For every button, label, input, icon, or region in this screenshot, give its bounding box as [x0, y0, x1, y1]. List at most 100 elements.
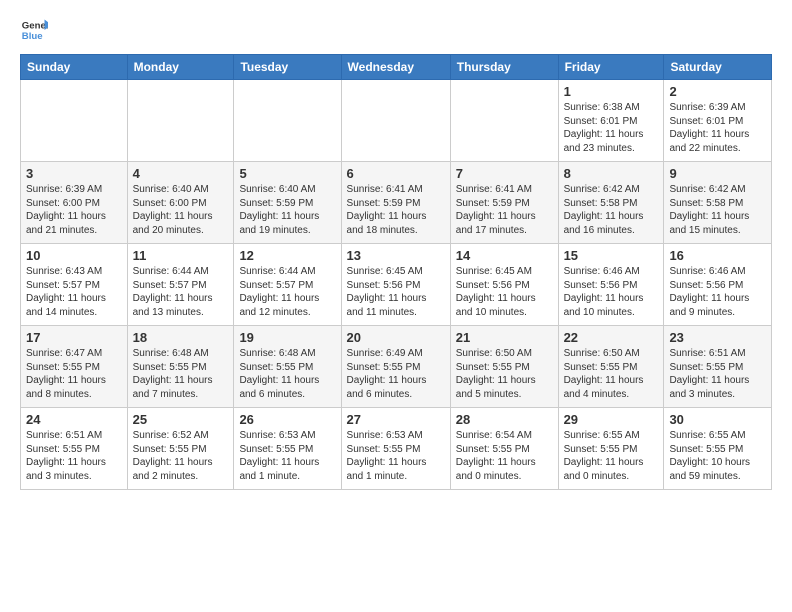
day-number: 12	[239, 248, 335, 263]
day-info: Sunrise: 6:55 AMSunset: 5:55 PMDaylight:…	[669, 429, 766, 483]
day-info: Sunrise: 6:54 AMSunset: 5:55 PMDaylight:…	[456, 429, 553, 483]
day-info: Sunrise: 6:46 AMSunset: 5:56 PMDaylight:…	[564, 265, 659, 319]
logo-icon: General Blue	[20, 16, 48, 44]
day-number: 7	[456, 166, 553, 181]
day-number: 6	[347, 166, 445, 181]
calendar-cell: 27 Sunrise: 6:53 AMSunset: 5:55 PMDayligh…	[341, 408, 450, 490]
calendar-cell: 22 Sunrise: 6:50 AMSunset: 5:55 PMDayligh…	[558, 326, 664, 408]
logo: General Blue	[20, 16, 52, 44]
calendar-cell: 13 Sunrise: 6:45 AMSunset: 5:56 PMDayligh…	[341, 244, 450, 326]
day-number: 2	[669, 84, 766, 99]
header: General Blue	[20, 16, 772, 44]
day-info: Sunrise: 6:48 AMSunset: 5:55 PMDaylight:…	[133, 347, 229, 401]
calendar-cell	[21, 80, 128, 162]
day-info: Sunrise: 6:41 AMSunset: 5:59 PMDaylight:…	[456, 183, 553, 237]
day-info: Sunrise: 6:41 AMSunset: 5:59 PMDaylight:…	[347, 183, 445, 237]
calendar-cell: 21 Sunrise: 6:50 AMSunset: 5:55 PMDayligh…	[450, 326, 558, 408]
svg-text:General: General	[22, 20, 48, 31]
calendar-cell: 18 Sunrise: 6:48 AMSunset: 5:55 PMDayligh…	[127, 326, 234, 408]
day-info: Sunrise: 6:50 AMSunset: 5:55 PMDaylight:…	[564, 347, 659, 401]
calendar-cell: 23 Sunrise: 6:51 AMSunset: 5:55 PMDayligh…	[664, 326, 772, 408]
calendar-body: 1Sunrise: 6:38 AMSunset: 6:01 PMDaylight…	[21, 80, 772, 490]
day-header: Thursday	[450, 55, 558, 80]
day-number: 4	[133, 166, 229, 181]
day-info: Sunrise: 6:51 AMSunset: 5:55 PMDaylight:…	[26, 429, 122, 483]
calendar-cell: 16 Sunrise: 6:46 AMSunset: 5:56 PMDayligh…	[664, 244, 772, 326]
day-number: 22	[564, 330, 659, 345]
day-info: Sunrise: 6:47 AMSunset: 5:55 PMDaylight:…	[26, 347, 122, 401]
calendar-week: 10 Sunrise: 6:43 AMSunset: 5:57 PMDayligh…	[21, 244, 772, 326]
day-info: Sunrise: 6:45 AMSunset: 5:56 PMDaylight:…	[347, 265, 445, 319]
calendar-cell: 10 Sunrise: 6:43 AMSunset: 5:57 PMDayligh…	[21, 244, 128, 326]
calendar-cell: 17 Sunrise: 6:47 AMSunset: 5:55 PMDayligh…	[21, 326, 128, 408]
calendar-cell: 6 Sunrise: 6:41 AMSunset: 5:59 PMDaylight…	[341, 162, 450, 244]
day-number: 29	[564, 412, 659, 427]
day-info: Sunrise: 6:39 AMSunset: 6:01 PMDaylight:…	[669, 101, 766, 155]
day-header: Saturday	[664, 55, 772, 80]
day-number: 21	[456, 330, 553, 345]
day-info: Sunrise: 6:42 AMSunset: 5:58 PMDaylight:…	[669, 183, 766, 237]
day-number: 10	[26, 248, 122, 263]
day-info: Sunrise: 6:49 AMSunset: 5:55 PMDaylight:…	[347, 347, 445, 401]
day-number: 19	[239, 330, 335, 345]
day-number: 24	[26, 412, 122, 427]
day-number: 5	[239, 166, 335, 181]
calendar-cell: 26 Sunrise: 6:53 AMSunset: 5:55 PMDayligh…	[234, 408, 341, 490]
day-info: Sunrise: 6:39 AMSunset: 6:00 PMDaylight:…	[26, 183, 122, 237]
calendar-cell: 25 Sunrise: 6:52 AMSunset: 5:55 PMDayligh…	[127, 408, 234, 490]
day-info: Sunrise: 6:50 AMSunset: 5:55 PMDaylight:…	[456, 347, 553, 401]
day-info: Sunrise: 6:40 AMSunset: 6:00 PMDaylight:…	[133, 183, 229, 237]
calendar-cell: 9 Sunrise: 6:42 AMSunset: 5:58 PMDaylight…	[664, 162, 772, 244]
day-number: 15	[564, 248, 659, 263]
calendar-cell: 19 Sunrise: 6:48 AMSunset: 5:55 PMDayligh…	[234, 326, 341, 408]
day-number: 3	[26, 166, 122, 181]
day-number: 13	[347, 248, 445, 263]
day-info: Sunrise: 6:48 AMSunset: 5:55 PMDaylight:…	[239, 347, 335, 401]
calendar-week: 3 Sunrise: 6:39 AMSunset: 6:00 PMDaylight…	[21, 162, 772, 244]
calendar-cell: 24 Sunrise: 6:51 AMSunset: 5:55 PMDayligh…	[21, 408, 128, 490]
calendar-week: 17 Sunrise: 6:47 AMSunset: 5:55 PMDayligh…	[21, 326, 772, 408]
day-info: Sunrise: 6:45 AMSunset: 5:56 PMDaylight:…	[456, 265, 553, 319]
day-info: Sunrise: 6:55 AMSunset: 5:55 PMDaylight:…	[564, 429, 659, 483]
day-number: 16	[669, 248, 766, 263]
calendar-cell: 15 Sunrise: 6:46 AMSunset: 5:56 PMDayligh…	[558, 244, 664, 326]
day-info: Sunrise: 6:53 AMSunset: 5:55 PMDaylight:…	[347, 429, 445, 483]
day-info: Sunrise: 6:43 AMSunset: 5:57 PMDaylight:…	[26, 265, 122, 319]
day-info: Sunrise: 6:52 AMSunset: 5:55 PMDaylight:…	[133, 429, 229, 483]
day-number: 11	[133, 248, 229, 263]
day-number: 27	[347, 412, 445, 427]
calendar-week: 1Sunrise: 6:38 AMSunset: 6:01 PMDaylight…	[21, 80, 772, 162]
day-info: Sunrise: 6:46 AMSunset: 5:56 PMDaylight:…	[669, 265, 766, 319]
calendar-cell: 1Sunrise: 6:38 AMSunset: 6:01 PMDaylight…	[558, 80, 664, 162]
calendar-cell: 14Sunrise: 6:45 AMSunset: 5:56 PMDayligh…	[450, 244, 558, 326]
day-number: 26	[239, 412, 335, 427]
day-number: 25	[133, 412, 229, 427]
day-header: Monday	[127, 55, 234, 80]
day-number: 1	[564, 84, 659, 99]
day-number: 30	[669, 412, 766, 427]
calendar-cell	[127, 80, 234, 162]
calendar-cell: 28 Sunrise: 6:54 AMSunset: 5:55 PMDayligh…	[450, 408, 558, 490]
calendar-cell: 30 Sunrise: 6:55 AMSunset: 5:55 PMDayligh…	[664, 408, 772, 490]
calendar-cell: 12Sunrise: 6:44 AMSunset: 5:57 PMDayligh…	[234, 244, 341, 326]
calendar-cell	[341, 80, 450, 162]
svg-text:Blue: Blue	[22, 31, 43, 42]
header-row: SundayMondayTuesdayWednesdayThursdayFrid…	[21, 55, 772, 80]
day-info: Sunrise: 6:51 AMSunset: 5:55 PMDaylight:…	[669, 347, 766, 401]
day-number: 18	[133, 330, 229, 345]
day-header: Friday	[558, 55, 664, 80]
day-number: 28	[456, 412, 553, 427]
day-header: Sunday	[21, 55, 128, 80]
calendar-cell: 4 Sunrise: 6:40 AMSunset: 6:00 PMDaylight…	[127, 162, 234, 244]
day-header: Wednesday	[341, 55, 450, 80]
day-number: 17	[26, 330, 122, 345]
day-info: Sunrise: 6:44 AMSunset: 5:57 PMDaylight:…	[133, 265, 229, 319]
calendar-cell: 8Sunrise: 6:42 AMSunset: 5:58 PMDaylight…	[558, 162, 664, 244]
calendar: SundayMondayTuesdayWednesdayThursdayFrid…	[20, 54, 772, 490]
day-number: 23	[669, 330, 766, 345]
calendar-cell: 29 Sunrise: 6:55 AMSunset: 5:55 PMDayligh…	[558, 408, 664, 490]
calendar-cell: 7 Sunrise: 6:41 AMSunset: 5:59 PMDaylight…	[450, 162, 558, 244]
day-number: 9	[669, 166, 766, 181]
day-info: Sunrise: 6:53 AMSunset: 5:55 PMDaylight:…	[239, 429, 335, 483]
calendar-header: SundayMondayTuesdayWednesdayThursdayFrid…	[21, 55, 772, 80]
